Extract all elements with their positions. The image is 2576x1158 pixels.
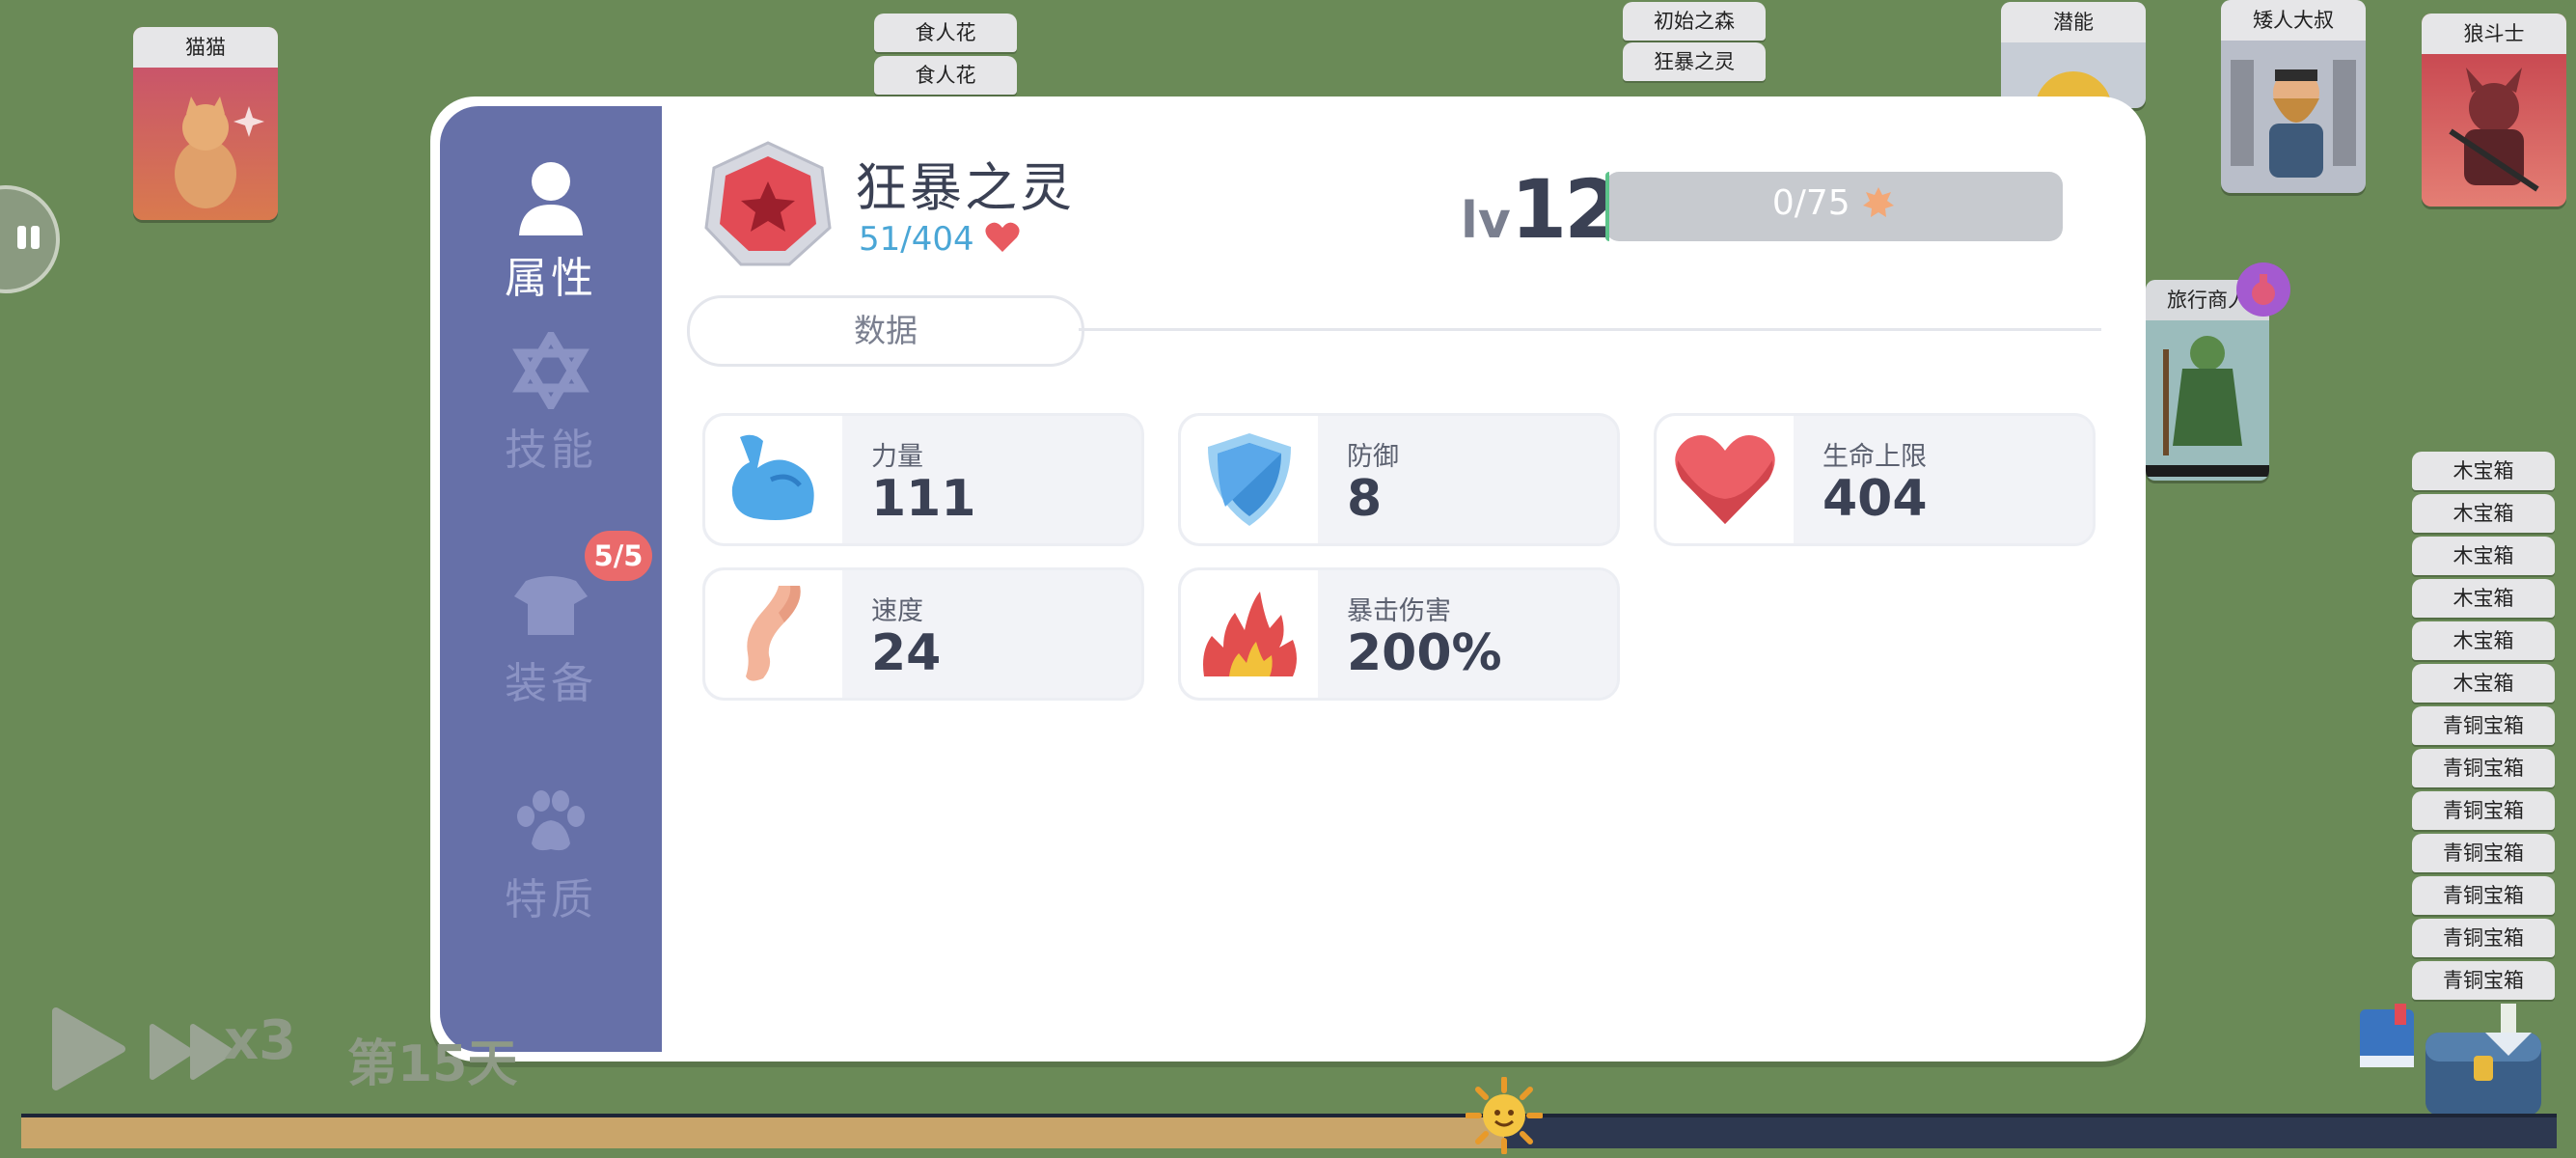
user-icon: [519, 162, 583, 235]
character-name: 狂暴之灵: [855, 157, 1075, 218]
character-emblem-icon: [704, 141, 832, 266]
chest-item[interactable]: 青铜宝箱: [2412, 919, 2555, 957]
cat-card-title: 猫猫: [133, 27, 278, 68]
stat-card-speed: 速度 24: [702, 567, 1144, 701]
day-progress-fill: [21, 1117, 1505, 1148]
xp-progress-bar: 0/75: [1605, 172, 2063, 241]
day-label: 第15天: [347, 1035, 518, 1093]
sidebar-item-label: 技能: [505, 426, 597, 475]
explosion-icon: [1203, 592, 1297, 676]
muscle-icon: [731, 434, 814, 520]
stat-label: 暴击伤害: [1347, 596, 1451, 626]
xp-burst-icon: [1863, 187, 1895, 217]
wolf-fighter-card[interactable]: 狼斗士: [2422, 14, 2566, 207]
modal-sidebar: 属性 技能 5/5 装备 特质: [440, 106, 662, 1052]
stat-value: 200%: [1347, 624, 1502, 682]
sidebar-item-label: 装备: [505, 659, 597, 708]
armor-icon: [514, 576, 588, 635]
day-timeline: [21, 1114, 2557, 1148]
stat-label: 力量: [871, 442, 923, 472]
book-icon[interactable]: [2358, 1004, 2416, 1071]
play-button[interactable]: [50, 1006, 127, 1092]
star-of-david-icon: [512, 332, 589, 409]
stat-icon-box: [1181, 570, 1318, 698]
level-prefix: lv: [1461, 192, 1511, 250]
chest-item[interactable]: 木宝箱: [2412, 579, 2555, 618]
chest-item[interactable]: 青铜宝箱: [2412, 876, 2555, 915]
stat-card-strength: 力量 111: [702, 413, 1144, 546]
stat-value: 111: [871, 470, 976, 528]
heart-icon: [1675, 435, 1775, 524]
potential-card-title: 潜能: [2001, 2, 2146, 42]
stack-tab-man-eater-2[interactable]: 食人花: [874, 56, 1017, 95]
stat-label: 防御: [1347, 442, 1399, 472]
stat-icon-box: [1181, 416, 1318, 543]
travel-merchant-card-art: [2146, 320, 2269, 481]
stat-label: 生命上限: [1822, 442, 1927, 472]
equipment-count-badge: 5/5: [585, 531, 652, 581]
treasure-chest-icon[interactable]: [2416, 1004, 2551, 1119]
stat-value: 8: [1347, 470, 1383, 528]
dwarf-icon: [2231, 60, 2356, 178]
potion-badge-icon: [2236, 262, 2290, 317]
stack-tab-man-eater-1[interactable]: 食人花: [874, 14, 1017, 52]
cat-card-art: [133, 68, 278, 220]
chest-item[interactable]: 青铜宝箱: [2412, 791, 2555, 830]
chest-item[interactable]: 青铜宝箱: [2412, 706, 2555, 745]
stat-card-defense: 防御 8: [1178, 413, 1620, 546]
potential-card[interactable]: 潜能: [2001, 2, 2146, 108]
stat-label: 速度: [871, 596, 923, 626]
cat-icon: [175, 96, 264, 208]
sidebar-item-label: 特质: [505, 875, 597, 924]
tab-data[interactable]: 数据: [687, 295, 1084, 367]
chest-item[interactable]: 青铜宝箱: [2412, 834, 2555, 872]
dwarf-card[interactable]: 矮人大叔: [2221, 0, 2366, 193]
stat-icon-box: [705, 570, 842, 698]
fast-forward-button[interactable]: x3: [149, 1009, 303, 1089]
stat-value: 24: [871, 624, 942, 682]
character-modal: 属性 技能 5/5 装备 特质 狂暴之灵 51/404 lv12 0/75 数据…: [430, 96, 2146, 1062]
wolf-fighter-icon: [2449, 68, 2539, 192]
merchant-icon: [2146, 336, 2269, 477]
chest-item[interactable]: 木宝箱: [2412, 537, 2555, 575]
sidebar-item-label: 属性: [505, 254, 597, 303]
stack-tab-berserk-spirit[interactable]: 狂暴之灵: [1623, 42, 1766, 81]
chest-item[interactable]: 木宝箱: [2412, 621, 2555, 660]
xp-value: 0/75: [1771, 183, 1850, 223]
shield-icon: [1208, 433, 1291, 526]
dwarf-card-title: 矮人大叔: [2221, 0, 2366, 41]
stat-card-crit-damage: 暴击伤害 200%: [1178, 567, 1620, 701]
leg-icon: [746, 586, 801, 681]
sidebar-item-traits[interactable]: 特质: [440, 790, 662, 990]
chest-item[interactable]: 木宝箱: [2412, 664, 2555, 703]
stat-icon-box: [705, 416, 842, 543]
pause-icon: [17, 226, 40, 249]
heart-icon: [985, 222, 1021, 252]
tab-divider: [1079, 328, 2101, 331]
dwarf-card-art: [2221, 41, 2366, 193]
stat-card-max-hp: 生命上限 404: [1654, 413, 2096, 546]
chest-item[interactable]: 青铜宝箱: [2412, 749, 2555, 787]
xp-text: 0/75: [1605, 183, 2063, 223]
wolf-fighter-card-title: 狼斗士: [2422, 14, 2566, 54]
stack-tab-forest[interactable]: 初始之森: [1623, 2, 1766, 41]
cat-card[interactable]: 猫猫: [133, 27, 278, 220]
chest-list: 木宝箱 木宝箱 木宝箱 木宝箱 木宝箱 木宝箱 青铜宝箱 青铜宝箱 青铜宝箱 青…: [2412, 452, 2557, 1004]
pause-button[interactable]: [0, 185, 60, 293]
level-value: 12: [1510, 162, 1621, 257]
level-display: lv12: [1461, 162, 1621, 257]
stat-icon-box: [1657, 416, 1794, 543]
sun-marker-icon: [1465, 1076, 1545, 1155]
hp-value: 51/404: [859, 220, 974, 259]
chest-item[interactable]: 青铜宝箱: [2412, 961, 2555, 1000]
sidebar-item-equipment[interactable]: 5/5 装备: [440, 531, 662, 774]
paw-icon: [517, 790, 585, 851]
chest-item[interactable]: 木宝箱: [2412, 452, 2555, 490]
character-hp: 51/404: [859, 220, 1021, 259]
chest-item[interactable]: 木宝箱: [2412, 494, 2555, 533]
speed-label: x3: [224, 1009, 297, 1072]
wolf-fighter-card-art: [2422, 54, 2566, 207]
stat-value: 404: [1822, 470, 1928, 528]
